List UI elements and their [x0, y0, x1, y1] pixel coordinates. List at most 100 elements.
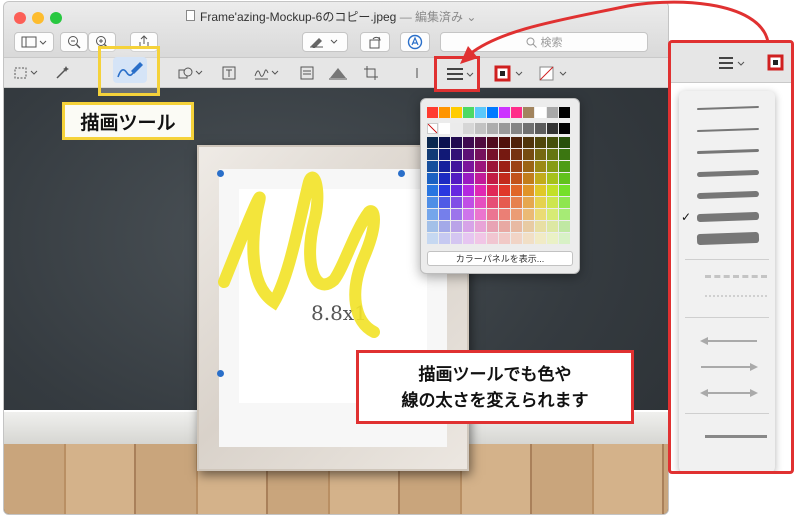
color-swatch[interactable]: [451, 149, 462, 160]
color-swatch[interactable]: [427, 185, 438, 196]
color-swatch[interactable]: [559, 233, 570, 244]
color-swatch[interactable]: [511, 185, 522, 196]
color-swatch[interactable]: [463, 221, 474, 232]
color-swatch[interactable]: [511, 123, 522, 134]
color-swatch[interactable]: [475, 173, 486, 184]
color-swatch[interactable]: [487, 107, 498, 118]
color-swatch[interactable]: [511, 221, 522, 232]
color-swatch[interactable]: [427, 233, 438, 244]
color-swatch[interactable]: [475, 209, 486, 220]
line-thickness-option[interactable]: [679, 119, 775, 141]
color-swatch[interactable]: [499, 137, 510, 148]
color-swatch[interactable]: [427, 197, 438, 208]
zoom-window-button[interactable]: [50, 12, 62, 24]
color-swatch[interactable]: [547, 209, 558, 220]
color-swatch[interactable]: [523, 137, 534, 148]
color-swatch[interactable]: [523, 123, 534, 134]
color-swatch[interactable]: [487, 209, 498, 220]
color-swatch[interactable]: [535, 185, 546, 196]
color-swatch[interactable]: [547, 161, 558, 172]
color-swatch[interactable]: [547, 107, 558, 118]
color-swatch[interactable]: [511, 149, 522, 160]
line-thickness-option[interactable]: [679, 229, 775, 251]
color-swatch[interactable]: [427, 123, 438, 134]
sidebar-button[interactable]: [14, 32, 54, 52]
color-swatch[interactable]: [511, 107, 522, 118]
line-thickness-option[interactable]: [679, 185, 775, 207]
double-arrow-icon[interactable]: [699, 387, 759, 399]
color-swatch[interactable]: [499, 173, 510, 184]
color-swatch[interactable]: [451, 197, 462, 208]
color-swatch[interactable]: [499, 107, 510, 118]
color-swatch[interactable]: [475, 221, 486, 232]
color-swatch[interactable]: [523, 107, 534, 118]
color-swatch[interactable]: [511, 161, 522, 172]
rotate-button[interactable]: [360, 32, 390, 52]
color-swatch[interactable]: [475, 197, 486, 208]
selection-tool[interactable]: [12, 62, 44, 84]
color-swatch[interactable]: [427, 173, 438, 184]
color-swatch[interactable]: [535, 221, 546, 232]
color-swatch[interactable]: [535, 123, 546, 134]
markup-toolbar-button[interactable]: [400, 32, 430, 52]
sketch-tool-highlight[interactable]: [98, 46, 160, 96]
color-swatch[interactable]: [499, 123, 510, 134]
show-colors-button[interactable]: カラーパネルを表示...: [427, 251, 573, 266]
color-swatch[interactable]: [451, 161, 462, 172]
adjust-color-tool[interactable]: [326, 62, 350, 84]
color-swatch[interactable]: [475, 161, 486, 172]
zoom-out-button[interactable]: [60, 32, 88, 52]
crop-tool[interactable]: [360, 62, 382, 84]
color-swatch[interactable]: [499, 149, 510, 160]
color-swatch[interactable]: [439, 149, 450, 160]
pen-markup-button[interactable]: [302, 32, 348, 52]
color-swatch[interactable]: [427, 137, 438, 148]
color-swatch[interactable]: [427, 107, 438, 118]
color-swatch[interactable]: [487, 173, 498, 184]
color-swatch[interactable]: [535, 107, 546, 118]
color-swatch[interactable]: [463, 107, 474, 118]
instant-alpha-tool[interactable]: [50, 62, 74, 84]
color-swatch[interactable]: [487, 221, 498, 232]
color-swatch[interactable]: [535, 209, 546, 220]
color-swatch[interactable]: [535, 149, 546, 160]
shapes-tool[interactable]: [176, 62, 208, 84]
color-swatch[interactable]: [535, 173, 546, 184]
color-swatch[interactable]: [463, 173, 474, 184]
line-thickness-option[interactable]: [679, 141, 775, 163]
color-swatch[interactable]: [451, 233, 462, 244]
color-swatch[interactable]: [559, 209, 570, 220]
color-swatch[interactable]: [451, 173, 462, 184]
color-swatch[interactable]: [475, 137, 486, 148]
color-swatch[interactable]: [523, 233, 534, 244]
color-swatch[interactable]: [535, 161, 546, 172]
color-swatch[interactable]: [547, 221, 558, 232]
sketch-tool[interactable]: [113, 57, 147, 83]
line-style-plain[interactable]: [705, 431, 767, 441]
color-swatch[interactable]: [523, 197, 534, 208]
color-swatch[interactable]: [475, 123, 486, 134]
color-swatch[interactable]: [523, 209, 534, 220]
color-swatch[interactable]: [559, 185, 570, 196]
color-swatch[interactable]: [511, 233, 522, 244]
right-arrow-icon[interactable]: [699, 361, 759, 373]
color-swatch[interactable]: [499, 185, 510, 196]
color-swatch[interactable]: [487, 123, 498, 134]
color-swatch[interactable]: [511, 137, 522, 148]
color-swatch[interactable]: [523, 161, 534, 172]
color-swatch[interactable]: [547, 149, 558, 160]
color-swatch[interactable]: [439, 197, 450, 208]
color-swatch[interactable]: [451, 107, 462, 118]
color-swatch[interactable]: [559, 161, 570, 172]
color-swatch[interactable]: [511, 197, 522, 208]
color-swatch[interactable]: [511, 173, 522, 184]
color-swatch[interactable]: [439, 161, 450, 172]
color-swatch[interactable]: [463, 149, 474, 160]
color-swatch[interactable]: [559, 173, 570, 184]
color-swatch[interactable]: [523, 185, 534, 196]
color-swatch[interactable]: [463, 197, 474, 208]
text-tool[interactable]: [218, 62, 240, 84]
color-swatch[interactable]: [475, 233, 486, 244]
color-swatch[interactable]: [451, 209, 462, 220]
color-swatch[interactable]: [427, 149, 438, 160]
